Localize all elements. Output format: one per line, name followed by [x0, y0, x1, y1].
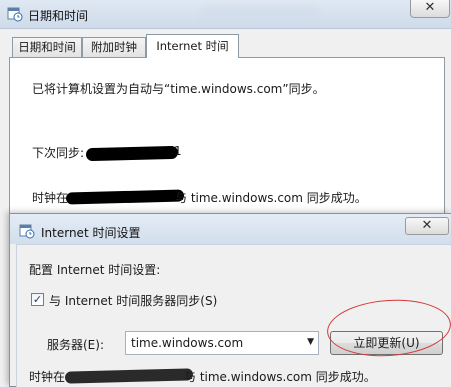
status-suffix: 与 time.windows.com 同步成功。	[184, 370, 376, 384]
window-title-bar: 日期和时间 ✕	[0, 0, 451, 29]
server-label: 服务器(E):	[47, 338, 104, 352]
sync-status-text: 已将计算机设置为自动与“time.windows.com”同步。	[32, 82, 325, 96]
dialog-body: 配置 Internet 时间设置: ✓ 与 Internet 时间服务器同步(S…	[16, 244, 451, 387]
background-title-blur	[200, 7, 320, 21]
clock-sync-prefix: 时钟在	[32, 191, 69, 205]
chevron-down-icon[interactable]: ▼	[307, 337, 314, 347]
close-button[interactable]: ✕	[410, 0, 450, 18]
sync-checkbox[interactable]: ✓	[31, 293, 44, 306]
dialog-title-bar: Internet 时间设置 ✕	[10, 214, 451, 244]
clock-sync-suffix: 与 time.windows.com 同步成功。	[175, 191, 367, 205]
date-time-icon	[7, 7, 23, 22]
configure-label: 配置 Internet 时间设置:	[29, 263, 161, 277]
close-button[interactable]: ✕	[405, 217, 449, 235]
update-now-button[interactable]: 立即更新(U)	[330, 331, 443, 355]
redaction-mark	[64, 368, 194, 384]
next-sync-label: 下次同步:	[32, 146, 85, 160]
redaction-mark	[65, 189, 185, 205]
server-combobox[interactable]: time.windows.com ▼	[125, 331, 319, 355]
redaction-mark	[85, 145, 179, 162]
next-sync-tail: 1	[174, 144, 182, 158]
server-value[interactable]: time.windows.com	[131, 336, 243, 350]
status-prefix: 时钟在	[29, 370, 66, 384]
date-time-icon	[19, 224, 35, 239]
window-title: 日期和时间	[28, 9, 89, 23]
tab-date-time[interactable]: 日期和时间	[12, 37, 82, 57]
internet-time-settings-dialog: Internet 时间设置 ✕ 配置 Internet 时间设置: ✓ 与 In…	[9, 213, 451, 387]
tab-internet-time[interactable]: Internet 时间	[146, 34, 239, 58]
sync-checkbox-label[interactable]: 与 Internet 时间服务器同步(S)	[49, 292, 217, 309]
tab-additional-clocks[interactable]: 附加时钟	[82, 37, 146, 57]
dialog-title: Internet 时间设置	[41, 226, 141, 240]
